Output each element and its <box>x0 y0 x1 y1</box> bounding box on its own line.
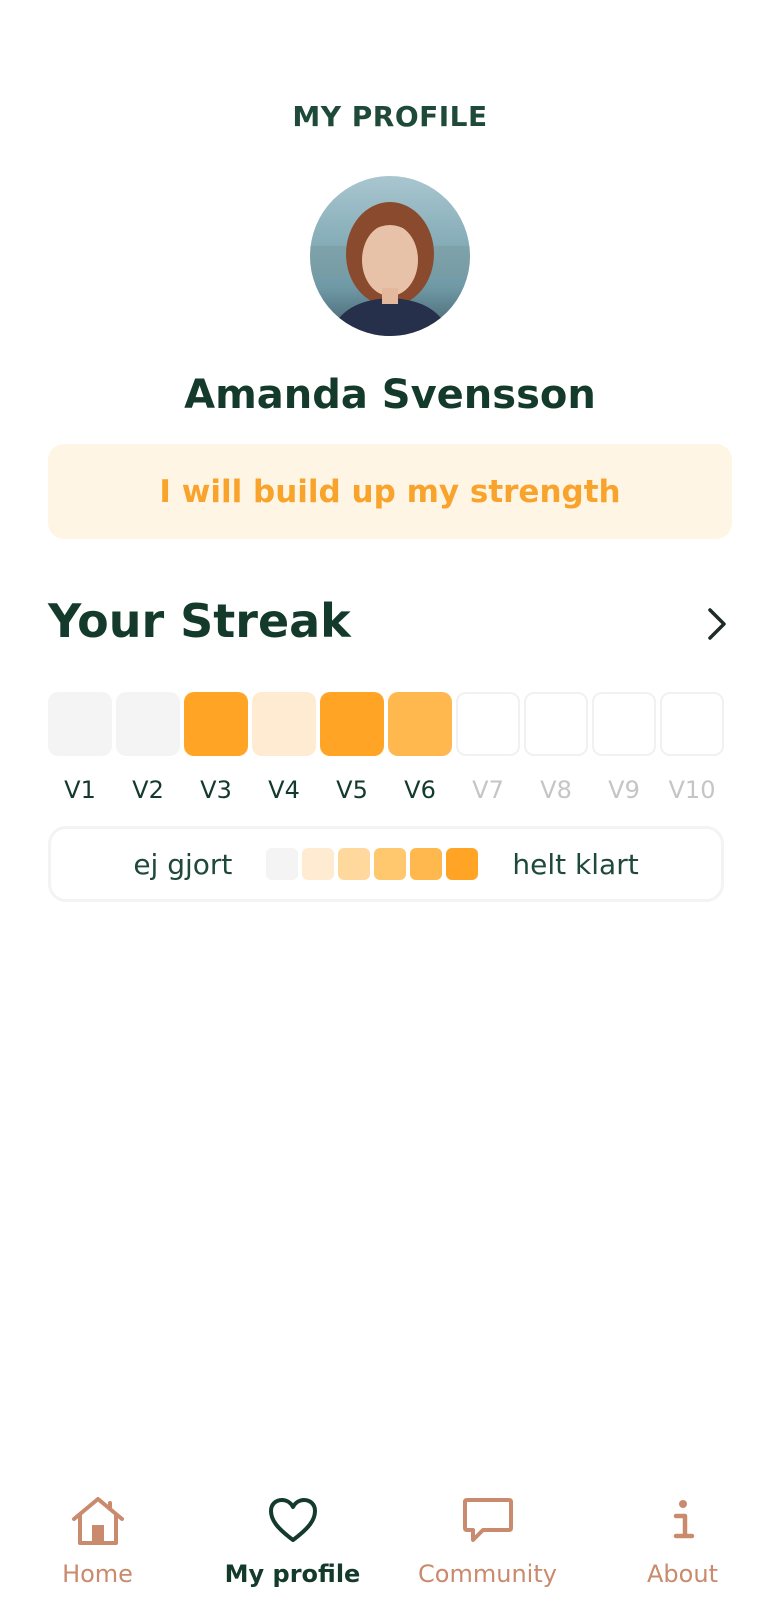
streak-cell <box>592 692 656 756</box>
legend-swatch <box>338 848 371 880</box>
week-label: V2 <box>132 776 164 804</box>
week-label: V6 <box>404 776 436 804</box>
streak-heading: Your Streak <box>48 594 351 648</box>
nav-item-home[interactable]: Home <box>0 1490 195 1588</box>
chat-bubble-icon <box>456 1490 520 1550</box>
nav-label-about: About <box>647 1560 718 1588</box>
user-name: Amanda Svensson <box>184 372 596 418</box>
legend-low-label: ej gjort <box>133 847 233 881</box>
week-label: V7 <box>472 776 504 804</box>
week-label: V1 <box>64 776 96 804</box>
legend-swatch <box>302 848 335 880</box>
info-icon <box>651 1490 715 1550</box>
streak-cell <box>252 692 316 756</box>
goal-banner: I will build up my strength <box>48 444 732 539</box>
bottom-nav: Home My profile Community About <box>0 1490 780 1624</box>
streak-cell <box>116 692 180 756</box>
legend-swatch <box>446 848 479 880</box>
legend-swatch <box>410 848 443 880</box>
nav-item-my-profile[interactable]: My profile <box>195 1490 390 1588</box>
legend-scale <box>266 848 479 880</box>
streak-grid <box>48 692 724 756</box>
week-label: V4 <box>268 776 300 804</box>
chevron-right-icon[interactable] <box>702 604 732 644</box>
home-icon <box>66 1490 130 1550</box>
streak-cell <box>48 692 112 756</box>
page-title: MY PROFILE <box>292 100 488 133</box>
nav-label-community: Community <box>418 1560 557 1588</box>
streak-cell <box>660 692 724 756</box>
nav-label-home: Home <box>62 1560 133 1588</box>
streak-cell <box>524 692 588 756</box>
week-label: V10 <box>668 776 716 804</box>
streak-cell <box>184 692 248 756</box>
legend-high-label: helt klart <box>512 847 639 881</box>
nav-item-about[interactable]: About <box>585 1490 780 1588</box>
week-label: V5 <box>336 776 368 804</box>
legend-swatch <box>374 848 407 880</box>
heart-icon <box>261 1490 325 1550</box>
nav-item-community[interactable]: Community <box>390 1490 585 1588</box>
week-label: V8 <box>540 776 572 804</box>
streak-cell <box>320 692 384 756</box>
streak-legend: ej gjort helt klart <box>48 826 724 902</box>
streak-cell <box>456 692 520 756</box>
goal-text: I will build up my strength <box>159 473 621 510</box>
week-label: V3 <box>200 776 232 804</box>
avatar-photo <box>310 202 470 336</box>
avatar <box>310 176 470 336</box>
week-labels: V1 V2 V3 V4 V5 V6 V7 V8 V9 V10 <box>48 776 724 804</box>
nav-label-my-profile: My profile <box>224 1560 361 1588</box>
legend-swatch <box>266 848 299 880</box>
streak-cell <box>388 692 452 756</box>
week-label: V9 <box>608 776 640 804</box>
